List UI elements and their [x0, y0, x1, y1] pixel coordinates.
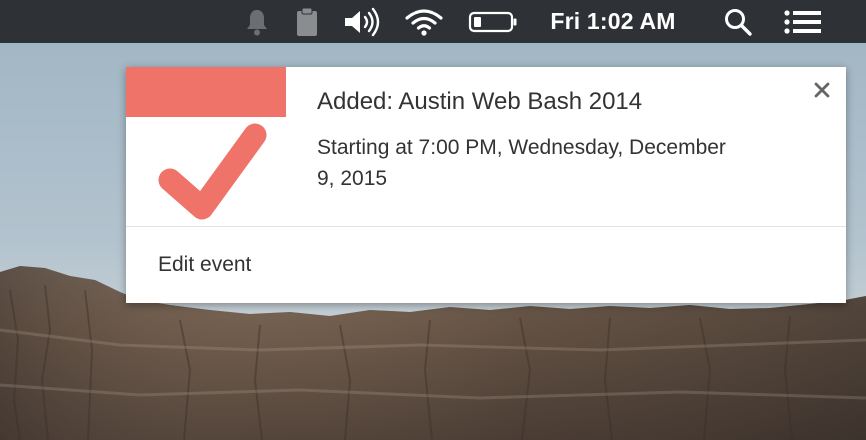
close-button[interactable]: [809, 77, 835, 103]
calendar-checkmark-icon: [126, 67, 286, 220]
menu-bar-clock[interactable]: Fri 1:02 AM: [532, 0, 694, 43]
notification-center-icon[interactable]: [780, 0, 826, 43]
clipboard-icon[interactable]: [290, 0, 324, 43]
wifi-icon[interactable]: [402, 0, 446, 43]
edit-event-button[interactable]: Edit event: [158, 253, 251, 277]
menu-bar: Fri 1:02 AM: [0, 0, 866, 43]
notification-body: Starting at 7:00 PM, Wednesday, December…: [317, 136, 726, 190]
notification-banner[interactable]: Added: Austin Web Bash 2014 Starting at …: [126, 67, 846, 303]
notification-divider: [126, 226, 846, 227]
notification-bell-icon[interactable]: [240, 0, 274, 43]
spotlight-search-icon[interactable]: [720, 0, 756, 43]
close-icon[interactable]: [813, 81, 831, 99]
volume-icon[interactable]: [340, 0, 386, 43]
battery-icon[interactable]: [466, 0, 520, 43]
desktop: Fri 1:02 AM Added: Austin Web Bash 2014 …: [0, 0, 866, 440]
notification-title: Added: Austin Web Bash 2014: [317, 88, 643, 115]
